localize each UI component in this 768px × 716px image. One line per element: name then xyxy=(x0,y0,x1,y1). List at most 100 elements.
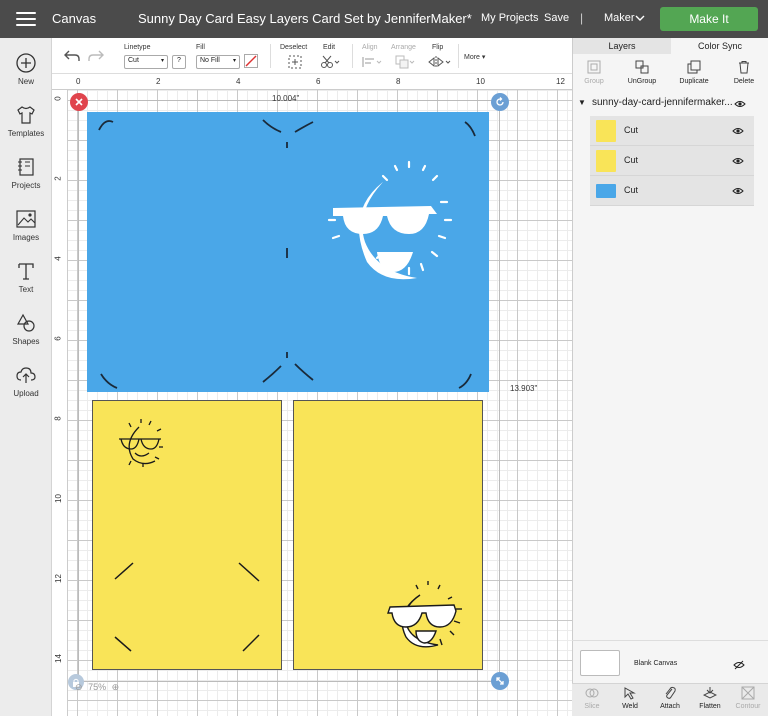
flip-icon[interactable] xyxy=(428,55,452,69)
image-icon xyxy=(16,210,36,228)
fill-select[interactable]: No Fill ▾ xyxy=(196,55,240,69)
tab-layers[interactable]: Layers xyxy=(573,38,671,54)
eye-icon[interactable] xyxy=(732,187,744,195)
tab-color-sync[interactable]: Color Sync xyxy=(671,38,768,54)
projects-icon xyxy=(18,158,34,176)
fill-caret-icon: ▾ xyxy=(232,58,236,64)
deselect-icon[interactable] xyxy=(288,55,302,69)
group-name: sunny-day-card-jennifermaker... xyxy=(592,97,733,108)
shapes-tool[interactable]: Shapes xyxy=(0,312,52,346)
weld-button[interactable]: Weld xyxy=(610,686,650,710)
ungroup-label: UnGroup xyxy=(627,78,657,85)
panel-divider xyxy=(572,640,768,641)
sun-with-sunglasses-icon xyxy=(327,160,453,280)
layer-swatch xyxy=(596,120,616,142)
arrange-icon[interactable] xyxy=(395,55,417,69)
blank-canvas-label: Blank Canvas xyxy=(634,660,678,667)
linetype-caret-icon: ▾ xyxy=(160,58,164,64)
group-button[interactable]: Group xyxy=(573,60,615,85)
layer-label: Cut xyxy=(624,125,639,135)
upload-tool[interactable]: Upload xyxy=(0,364,52,398)
expand-caret-icon[interactable]: ▼ xyxy=(578,98,586,107)
linetype-select[interactable]: Cut ▾ xyxy=(124,55,168,69)
layer-row[interactable]: Cut xyxy=(590,176,754,206)
images-tool[interactable]: Images xyxy=(0,208,52,242)
fill-swatch-icon[interactable] xyxy=(244,54,258,68)
more-menu[interactable]: More ▾ xyxy=(464,53,485,61)
contour-button[interactable]: Contour xyxy=(728,686,768,710)
zoom-in-icon[interactable]: ⊕ xyxy=(112,682,120,692)
my-projects-link[interactable]: My Projects xyxy=(481,12,538,24)
app-title: Canvas xyxy=(52,11,97,26)
slice-icon xyxy=(585,688,599,698)
sun-with-sunglasses-icon xyxy=(387,581,462,648)
flatten-button[interactable]: Flatten xyxy=(690,686,730,710)
deselect-label: Deselect xyxy=(280,44,308,51)
ruler-left-tick: 12 xyxy=(53,574,63,583)
slice-button[interactable]: Slice xyxy=(572,686,612,710)
rotate-handle-icon[interactable] xyxy=(491,93,509,111)
fill-value: No Fill xyxy=(200,57,220,64)
linetype-help-button[interactable]: ? xyxy=(172,55,186,69)
height-dimension: 13.903" xyxy=(510,384,538,393)
group-icon xyxy=(587,60,601,74)
edit-toolbar: Linetype Cut ▾ ? Fill No Fill ▾ Deselect… xyxy=(52,38,572,74)
yellow-card-left-art xyxy=(114,419,260,652)
eye-icon[interactable] xyxy=(734,100,746,108)
bottom-toolbar: Slice Weld Attach Flatten Contour xyxy=(572,683,768,716)
resize-handle-icon[interactable] xyxy=(491,672,509,690)
redo-icon[interactable] xyxy=(88,49,104,63)
ruler-left-tick: 8 xyxy=(53,416,63,421)
upload-label: Upload xyxy=(13,389,39,398)
left-toolbar: New Templates Projects Images Text Shape… xyxy=(0,38,52,716)
templates-tool[interactable]: Templates xyxy=(0,104,52,138)
ruler-top-tick: 2 xyxy=(156,77,161,86)
new-tool[interactable]: New xyxy=(0,52,52,86)
yellow-card-right-layer[interactable] xyxy=(293,400,483,670)
eye-icon[interactable] xyxy=(732,127,744,135)
delete-button[interactable]: Delete xyxy=(723,60,765,85)
machine-select[interactable]: Maker xyxy=(604,12,635,24)
zoom-control[interactable]: ⊖ 75% ⊕ xyxy=(75,682,119,693)
delete-handle-icon[interactable] xyxy=(70,93,88,111)
trash-icon xyxy=(739,61,749,74)
hamburger-menu-icon[interactable] xyxy=(16,12,36,26)
yellow-card-left-layer[interactable] xyxy=(92,400,282,670)
ruler-top-tick: 12 xyxy=(556,77,565,86)
contour-icon xyxy=(741,686,755,700)
duplicate-button[interactable]: Duplicate xyxy=(673,60,715,85)
eye-hidden-icon[interactable] xyxy=(733,660,745,670)
ungroup-button[interactable]: UnGroup xyxy=(621,60,663,85)
eye-icon[interactable] xyxy=(732,157,744,165)
make-it-button[interactable]: Make It xyxy=(660,7,758,31)
new-label: New xyxy=(17,77,34,86)
scissors-icon[interactable] xyxy=(320,55,342,69)
blue-card-layer[interactable] xyxy=(87,112,489,392)
layer-group-row[interactable]: ▼ sunny-day-card-jennifermaker... xyxy=(576,96,756,114)
paperclip-icon xyxy=(665,686,676,699)
save-button[interactable]: Save xyxy=(544,12,569,24)
text-tool[interactable]: Text xyxy=(0,260,52,294)
blank-canvas-swatch[interactable] xyxy=(580,650,620,676)
projects-tool[interactable]: Projects xyxy=(0,156,52,190)
layer-row[interactable]: Cut xyxy=(590,146,754,176)
linetype-value: Cut xyxy=(128,57,139,64)
zoom-out-icon[interactable]: ⊖ xyxy=(75,682,83,692)
yellow-card-right-art xyxy=(387,581,462,648)
linetype-label: Linetype xyxy=(124,44,151,51)
layer-row[interactable]: Cut xyxy=(590,116,754,146)
ruler-top-tick: 4 xyxy=(236,77,241,86)
projects-label: Projects xyxy=(11,181,41,190)
ruler-left-tick: 0 xyxy=(53,96,63,101)
text-icon xyxy=(18,263,34,280)
chevron-down-icon[interactable] xyxy=(634,8,646,28)
blue-card-cutlines xyxy=(98,119,476,389)
undo-icon[interactable] xyxy=(64,49,80,63)
toolbar-divider xyxy=(270,44,271,68)
ruler-left-tick: 10 xyxy=(53,494,63,503)
attach-button[interactable]: Attach xyxy=(650,686,690,710)
align-icon[interactable] xyxy=(362,56,384,68)
images-label: Images xyxy=(12,233,40,242)
flatten-icon xyxy=(703,687,717,699)
flatten-label: Flatten xyxy=(699,703,721,710)
